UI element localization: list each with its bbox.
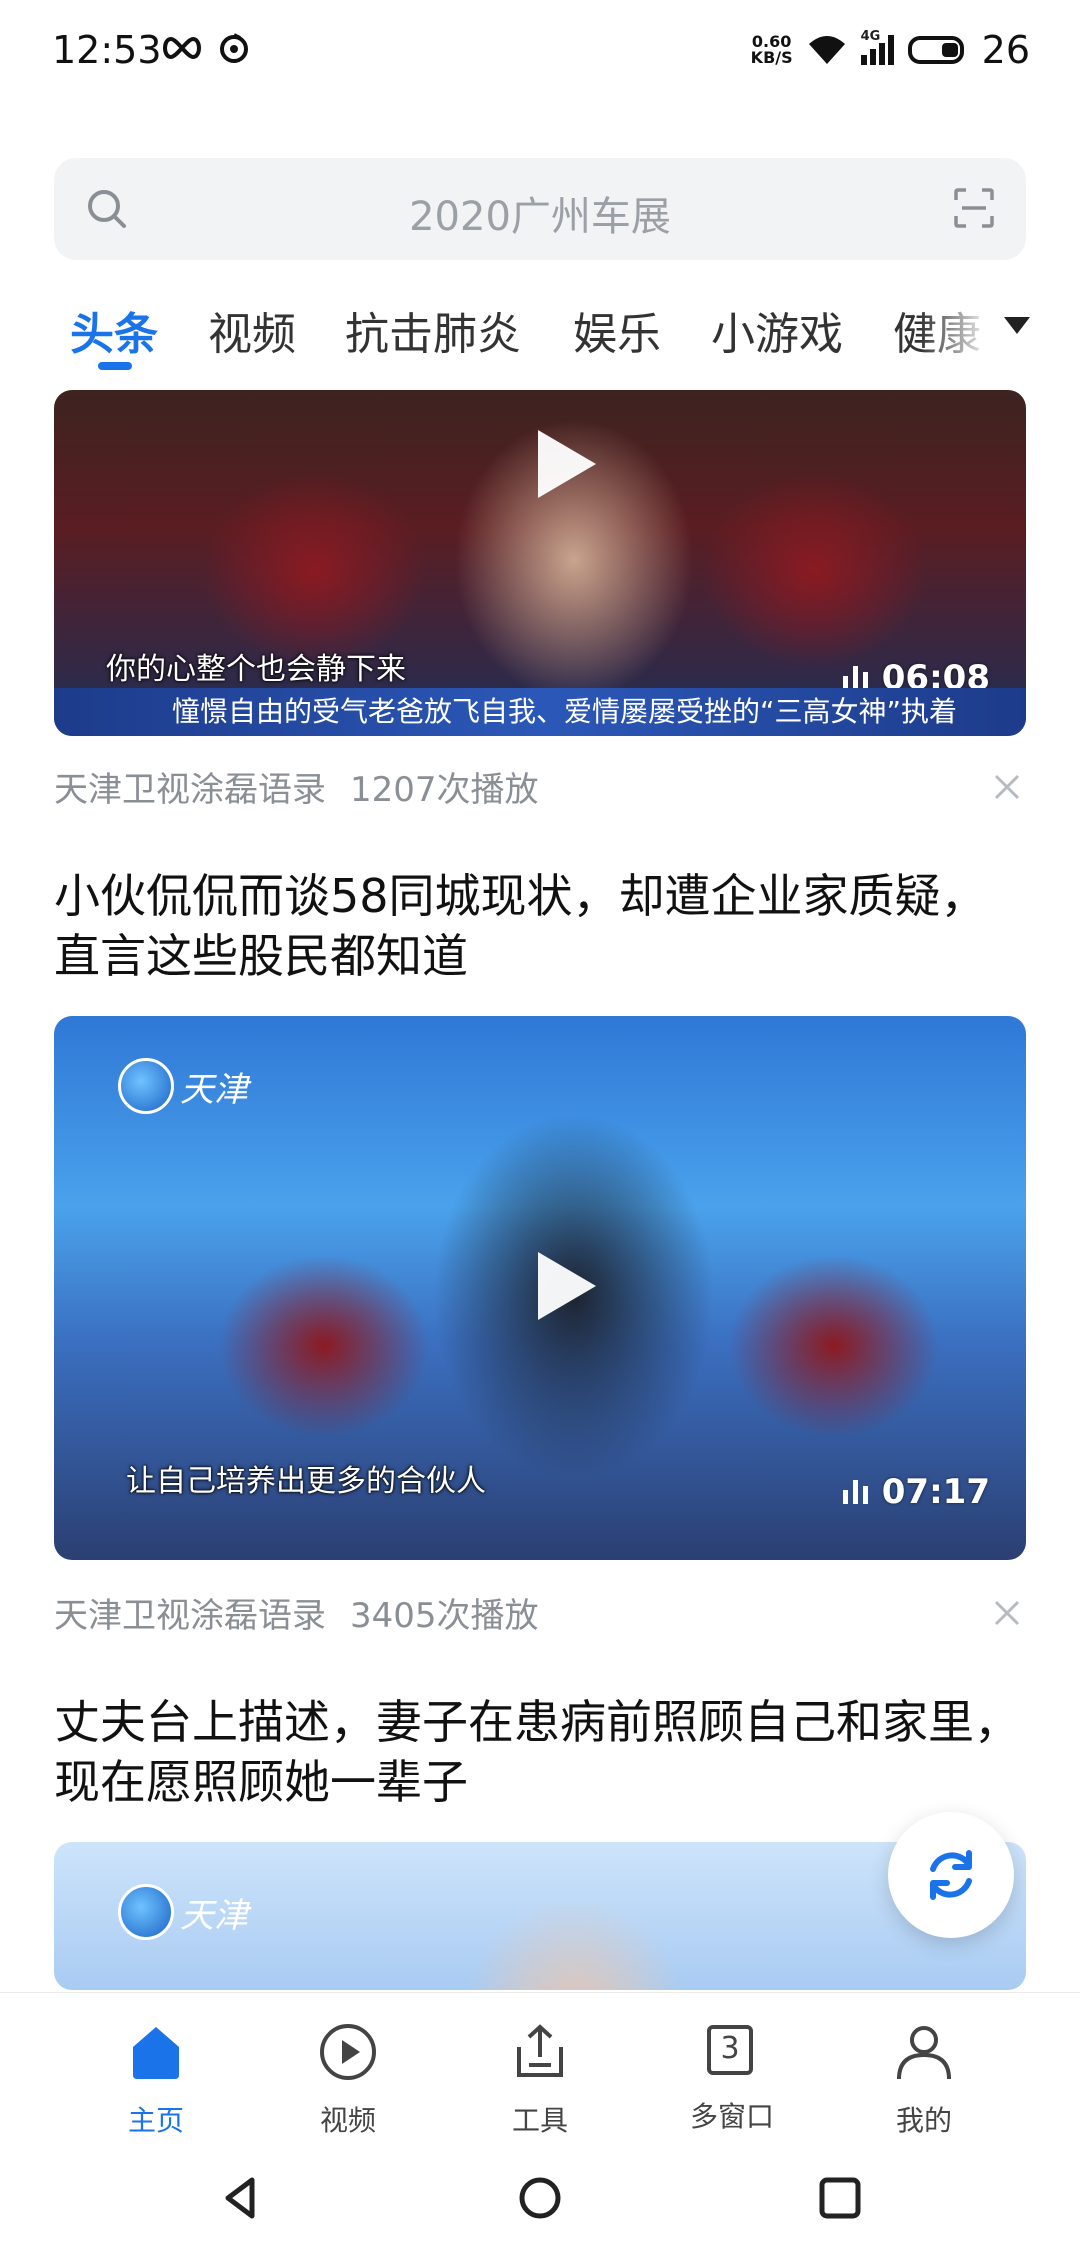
channel-logo: 天津 [118,1058,248,1114]
item-plays: 3405次播放 [350,1596,539,1636]
close-icon[interactable] [992,1598,1022,1628]
nav-label: 主页 [127,2104,184,2137]
battery-icon [907,36,964,64]
refresh-button[interactable] [888,1812,1014,1938]
wifi-icon [808,36,845,64]
nav-tools[interactable]: 工具 [480,2021,600,2139]
video-thumbnail[interactable]: 你的心整个也会静下来 06:08 憧憬自由的受气老爸放飞自我、爱情屡屡受挫的“三… [54,390,1026,736]
tab-headlines[interactable]: 头条 [70,298,158,362]
infinity-icon [163,36,201,60]
item-title[interactable]: 小伙侃侃而谈58同城现状，却遭企业家质疑，直言这些股民都知道 [54,866,1026,986]
bars-icon [842,666,868,690]
nav-video[interactable]: 视频 [288,2021,408,2139]
bottom-nav: 主页 视频 工具 3 多窗口 我的 [0,1992,1080,2153]
play-circle-icon [320,2024,376,2080]
tv-logo-icon [118,1884,174,1940]
tab-fight-pneumonia[interactable]: 抗击肺炎 [345,298,521,362]
video-thumbnail[interactable]: 天津 让自己培养出更多的合伙人 07:17 [54,1016,1026,1560]
search-bar[interactable]: 2020广州车展 [54,158,1026,260]
nav-label: 工具 [511,2104,568,2137]
notification-app-icon [220,33,248,63]
nav-profile[interactable]: 我的 [864,2021,984,2139]
tab-active-indicator [98,362,132,370]
battery-level: 26 [981,28,1030,72]
play-icon[interactable] [538,1252,596,1320]
video-subtitle: 你的心整个也会静下来 [106,652,406,687]
duration-text: 07:17 [881,1472,990,1512]
home-button-icon[interactable] [516,2174,564,2222]
tab-mini-games[interactable]: 小游戏 [711,298,843,362]
cell-signal-icon: 4G [860,29,894,65]
category-tabs: 头条 视频 抗击肺炎 娱乐 小游戏 健康 [0,290,1080,380]
user-icon [897,2026,951,2080]
chevron-down-icon[interactable] [1002,314,1032,336]
nav-label: 视频 [319,2104,376,2137]
nav-label: 我的 [895,2104,952,2137]
tools-icon [517,2024,563,2077]
channel-logo-text: 天津 [180,1069,248,1110]
tv-logo-icon [118,1058,174,1114]
status-bar: 12:53 0.60 KB/S 4G 26 [0,0,1080,110]
recents-icon[interactable] [816,2174,864,2222]
window-count: 3 [720,2031,740,2066]
video-duration: 07:17 [842,1472,990,1512]
back-icon[interactable] [218,2174,266,2222]
item-title[interactable]: 丈夫台上描述，妻子在患病前照顾自己和家里，现在愿照顾她一辈子 [54,1692,1026,1812]
status-right-icons: 0.60 KB/S 4G 26 [751,28,1030,72]
close-icon[interactable] [992,772,1022,802]
scan-icon[interactable] [952,186,996,230]
status-time: 12:53 [52,28,162,72]
nav-windows[interactable]: 3 多窗口 [672,2021,792,2135]
item-source[interactable]: 天津卫视涂磊语录 [54,770,326,810]
refresh-icon [930,1850,972,1900]
net-speed: 0.60 KB/S [751,34,793,66]
network-type: 4G [860,29,881,44]
item-meta: 天津卫视涂磊语录 1207次播放 [54,762,539,811]
system-nav [0,2152,1080,2244]
net-speed-unit: KB/S [750,48,793,67]
item-plays: 1207次播放 [350,770,539,810]
nav-home[interactable]: 主页 [96,2021,216,2139]
bars-icon [842,1480,868,1504]
channel-logo-text: 天津 [180,1895,248,1936]
tab-entertainment[interactable]: 娱乐 [573,298,661,362]
status-left-icons [160,32,250,64]
home-icon [133,2027,179,2079]
play-icon[interactable] [538,430,596,498]
video-ticker: 憧憬自由的受气老爸放飞自我、爱情屡屡受挫的“三高女神”执着 [54,688,1026,736]
video-thumbnail[interactable]: 天津 [54,1842,1026,1990]
windows-icon: 3 [701,2021,763,2083]
item-meta: 天津卫视涂磊语录 3405次播放 [54,1588,539,1637]
video-subtitle: 让自己培养出更多的合伙人 [126,1464,486,1499]
search-placeholder[interactable]: 2020广州车展 [54,184,1026,242]
channel-logo: 天津 [118,1884,248,1940]
nav-label: 多窗口 [689,2100,774,2133]
tab-video[interactable]: 视频 [208,298,296,362]
item-source[interactable]: 天津卫视涂磊语录 [54,1596,326,1636]
news-feed: 你的心整个也会静下来 06:08 憧憬自由的受气老爸放飞自我、爱情屡屡受挫的“三… [0,390,1080,1990]
